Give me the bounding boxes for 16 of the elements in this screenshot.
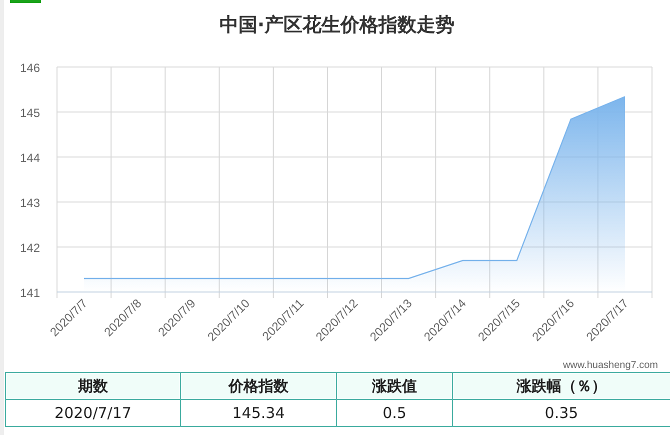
y-tick-label: 145 [20,106,40,120]
y-tick-label: 143 [20,196,40,210]
column-header: 价格指数 [180,372,336,400]
y-tick-label: 141 [20,286,40,300]
table-cell: 2020/7/17 [6,400,180,426]
table-cell: 0.5 [336,400,452,426]
accent-bar [10,0,41,3]
site-credit: www.huasheng7.com [562,360,658,371]
y-tick-label: 146 [20,61,40,75]
column-header: 涨跌幅（％） [452,372,670,400]
chart-title: 中国·产区花生价格指数走势 [219,13,455,38]
y-tick-label: 144 [20,151,40,165]
column-header: 涨跌值 [336,372,452,400]
column-header: 期数 [6,372,180,400]
table-cell: 145.34 [180,400,336,426]
y-tick-label: 142 [20,241,40,255]
